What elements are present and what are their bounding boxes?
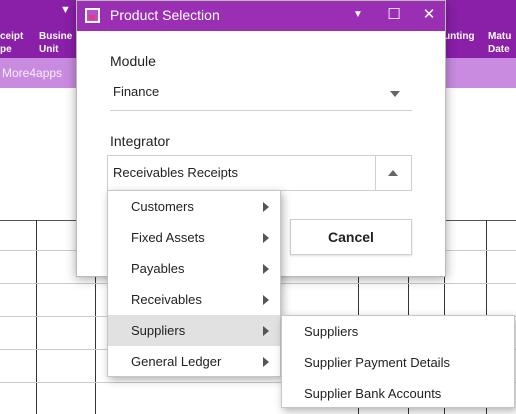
chevron-up-icon — [388, 170, 398, 176]
submenu-item-suppliers[interactable]: Suppliers — [282, 316, 514, 347]
menu-item-label: Fixed Assets — [131, 230, 205, 245]
column-header-accounting[interactable]: unting — [444, 30, 475, 43]
submenu-item-supplier-payment-details[interactable]: Supplier Payment Details — [282, 347, 514, 378]
menu-item-label: Receivables — [131, 292, 202, 307]
menu-item-suppliers[interactable]: Suppliers — [108, 315, 280, 346]
menu-item-label: Customers — [131, 199, 194, 214]
suppliers-submenu: Suppliers Supplier Payment Details Suppl… — [281, 315, 515, 408]
maximize-button[interactable]: ☐ — [381, 4, 407, 26]
chevron-right-icon — [263, 202, 269, 212]
cancel-button[interactable]: Cancel — [290, 219, 412, 255]
chevron-right-icon — [263, 326, 269, 336]
menu-item-fixed-assets[interactable]: Fixed Assets — [108, 222, 280, 253]
chevron-right-icon — [263, 233, 269, 243]
submenu-item-label: Supplier Payment Details — [304, 355, 450, 370]
chevron-right-icon — [263, 295, 269, 305]
menu-item-label: General Ledger — [131, 354, 222, 369]
integrator-menu: Customers Fixed Assets Payables Receivab… — [107, 190, 281, 377]
menu-item-label: Suppliers — [131, 323, 186, 338]
module-select[interactable]: Finance — [110, 77, 412, 111]
dialog-titlebar[interactable]: Product Selection ▼ ☐ ✕ — [77, 1, 445, 31]
column-header-business-unit[interactable]: Busine Unit — [39, 30, 72, 56]
app-icon — [85, 8, 100, 23]
dropdown-arrow-icon[interactable]: ▼ — [60, 4, 71, 16]
submenu-item-label: Suppliers — [304, 324, 359, 339]
menu-item-payables[interactable]: Payables — [108, 253, 280, 284]
chevron-right-icon — [263, 357, 269, 367]
integrator-value: Receivables Receipts — [113, 165, 239, 180]
chevron-right-icon — [263, 264, 269, 274]
column-header-receipt-type[interactable]: ceipt pe — [0, 30, 23, 56]
minimize-button[interactable]: ▼ — [345, 4, 371, 26]
module-value: Finance — [113, 84, 160, 99]
menu-item-general-ledger[interactable]: General Ledger — [108, 346, 280, 377]
module-label: Module — [110, 53, 156, 69]
integrator-select[interactable]: Receivables Receipts — [107, 155, 412, 191]
dialog-title: Product Selection — [110, 7, 220, 23]
integrator-label: Integrator — [110, 133, 170, 149]
menu-item-label: Payables — [131, 261, 185, 276]
close-button[interactable]: ✕ — [416, 4, 442, 26]
menu-item-customers[interactable]: Customers — [108, 191, 280, 222]
integrator-dropdown-button[interactable] — [375, 156, 411, 190]
menu-item-receivables[interactable]: Receivables — [108, 284, 280, 315]
chevron-down-icon — [390, 91, 400, 97]
brand-label: More4apps — [2, 66, 63, 80]
submenu-item-label: Supplier Bank Accounts — [304, 386, 442, 401]
submenu-item-supplier-bank-accounts[interactable]: Supplier Bank Accounts — [282, 378, 514, 409]
column-header-maturity-date[interactable]: Matu Date — [488, 30, 511, 56]
